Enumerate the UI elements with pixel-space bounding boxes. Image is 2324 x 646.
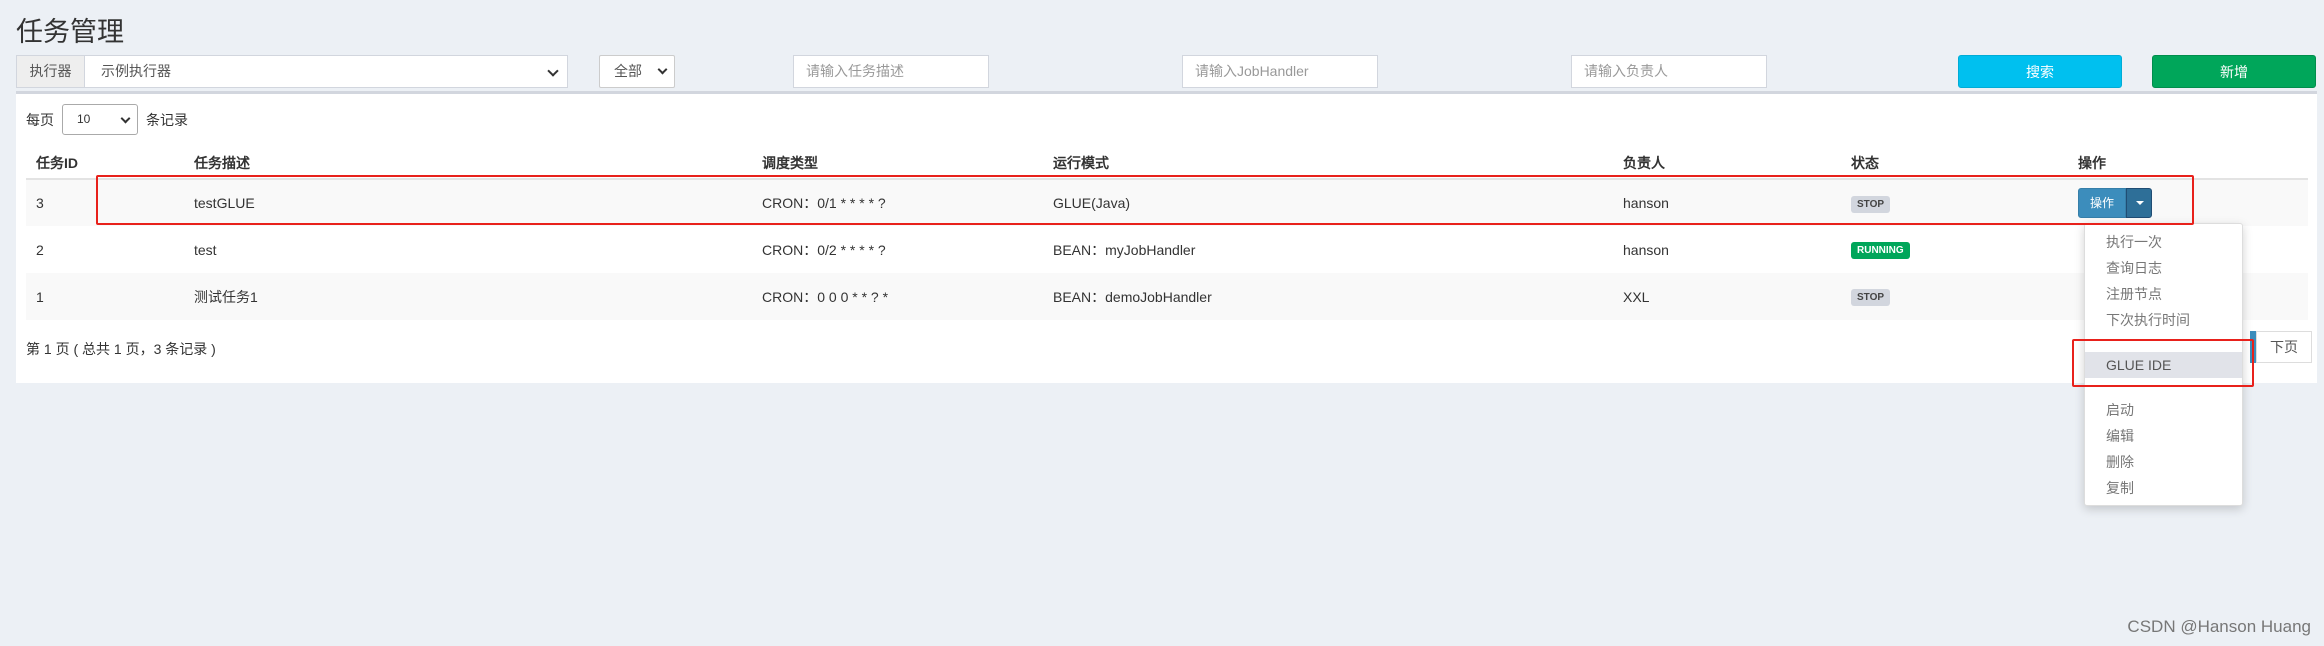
- chevron-down-icon: [657, 64, 668, 75]
- cell-author: hanson: [1623, 195, 1669, 211]
- cell-id: 2: [36, 241, 44, 258]
- executor-select[interactable]: 示例执行器: [85, 56, 567, 87]
- search-button[interactable]: 搜索: [1958, 55, 2122, 88]
- table-row: 1 测试任务1 CRON：0 0 0 * * ? * BEAN：demoJobH…: [26, 273, 2308, 320]
- menu-item-copy[interactable]: 复制: [2085, 475, 2242, 501]
- menu-item-start[interactable]: 启动: [2085, 397, 2242, 423]
- cell-desc: test: [194, 241, 217, 258]
- filter-bar: 执行器 示例执行器 全部 请输入任务描述 请输入JobHandler 请输入负责…: [16, 55, 2316, 89]
- status-badge: RUNNING: [1851, 242, 1910, 259]
- cell-status: STOP: [1841, 273, 2068, 320]
- executor-value: 示例执行器: [101, 63, 171, 79]
- header-op: 操作: [2068, 147, 2308, 180]
- pager-next-button[interactable]: 下页: [2256, 331, 2312, 363]
- cell-id: 3: [36, 195, 44, 211]
- menu-item-edit[interactable]: 编辑: [2085, 423, 2242, 449]
- add-button[interactable]: 新增: [2152, 55, 2316, 88]
- cell-schedule: CRON：0 0 0 * * ? *: [762, 288, 889, 305]
- cell-schedule: CRON：0/2 * * * * ?: [762, 241, 886, 258]
- cell-status: RUNNING: [1841, 226, 2068, 273]
- op-dropdown-toggle[interactable]: [2126, 188, 2153, 218]
- status-badge: STOP: [1851, 289, 1891, 306]
- page-size-prefix: 每页: [26, 111, 54, 128]
- cell-desc: testGLUE: [194, 195, 255, 211]
- op-button[interactable]: 操作: [2078, 188, 2127, 218]
- cell-author: hanson: [1623, 241, 1669, 258]
- header-status[interactable]: 状态: [1841, 147, 2068, 180]
- cell-author: XXL: [1623, 288, 1650, 305]
- cell-id: 1: [36, 288, 44, 305]
- op-button-group: 操作: [2078, 188, 2153, 218]
- cell-mode: BEAN：myJobHandler: [1053, 241, 1196, 258]
- menu-item-glue-ide[interactable]: GLUE IDE: [2085, 352, 2242, 378]
- header-desc[interactable]: 任务描述: [184, 147, 752, 180]
- paging-info: 第 1 页 ( 总共 1 页，3 条记录 ): [26, 341, 216, 357]
- page-size-control: 每页 10 条记录: [26, 104, 188, 135]
- cell-op: 操作: [2068, 179, 2308, 226]
- table-row: 2 test CRON：0/2 * * * * ? BEAN：myJobHand…: [26, 226, 2308, 273]
- status-select[interactable]: 全部: [599, 55, 675, 88]
- page-size-select[interactable]: 10: [62, 104, 138, 135]
- menu-item-delete[interactable]: 删除: [2085, 449, 2242, 475]
- cell-mode: BEAN：demoJobHandler: [1053, 288, 1212, 305]
- author-input[interactable]: 请输入负责人: [1571, 55, 1767, 88]
- cell-schedule: CRON：0/1 * * * * ?: [762, 195, 886, 211]
- cell-desc: 测试任务1: [194, 288, 258, 305]
- page-size-suffix: 条记录: [146, 111, 188, 128]
- executor-label: 执行器: [17, 56, 85, 87]
- job-handler-input[interactable]: 请输入JobHandler: [1182, 55, 1378, 88]
- job-table-box: 每页 10 条记录 任务ID 任务描述 调度类型 运行模式 负责人 状态 操作 …: [16, 91, 2317, 383]
- page-size-value: 10: [77, 112, 91, 126]
- cell-mode: GLUE(Java): [1053, 195, 1131, 211]
- chevron-down-icon: [547, 65, 559, 77]
- page-title: 任务管理: [16, 17, 124, 47]
- job-table: 任务ID 任务描述 调度类型 运行模式 负责人 状态 操作 3 testGLUE…: [26, 147, 2308, 320]
- op-dropdown-menu: 执行一次 查询日志 注册节点 下次执行时间 GLUE IDE 启动 编辑 删除 …: [2084, 223, 2243, 506]
- header-mode[interactable]: 运行模式: [1043, 147, 1613, 180]
- table-row: 3 testGLUE CRON：0/1 * * * * ? GLUE(Java)…: [26, 179, 2308, 226]
- chevron-down-icon: [120, 113, 131, 124]
- header-author[interactable]: 负责人: [1613, 147, 1841, 180]
- job-desc-input[interactable]: 请输入任务描述: [793, 55, 989, 88]
- watermark: CSDN @Hanson Huang: [2127, 617, 2311, 636]
- menu-item-run-once[interactable]: 执行一次: [2085, 229, 2242, 255]
- menu-item-registry-node[interactable]: 注册节点: [2085, 281, 2242, 307]
- menu-item-query-log[interactable]: 查询日志: [2085, 255, 2242, 281]
- table-header-row: 任务ID 任务描述 调度类型 运行模式 负责人 状态 操作: [26, 147, 2308, 180]
- executor-group[interactable]: 执行器 示例执行器: [16, 55, 568, 88]
- status-badge: STOP: [1851, 195, 1891, 213]
- header-schedule[interactable]: 调度类型: [752, 147, 1043, 180]
- menu-item-next-trigger-time[interactable]: 下次执行时间: [2085, 307, 2242, 333]
- header-id[interactable]: 任务ID: [26, 147, 184, 180]
- status-value: 全部: [614, 63, 642, 79]
- cell-status: STOP: [1841, 179, 2068, 226]
